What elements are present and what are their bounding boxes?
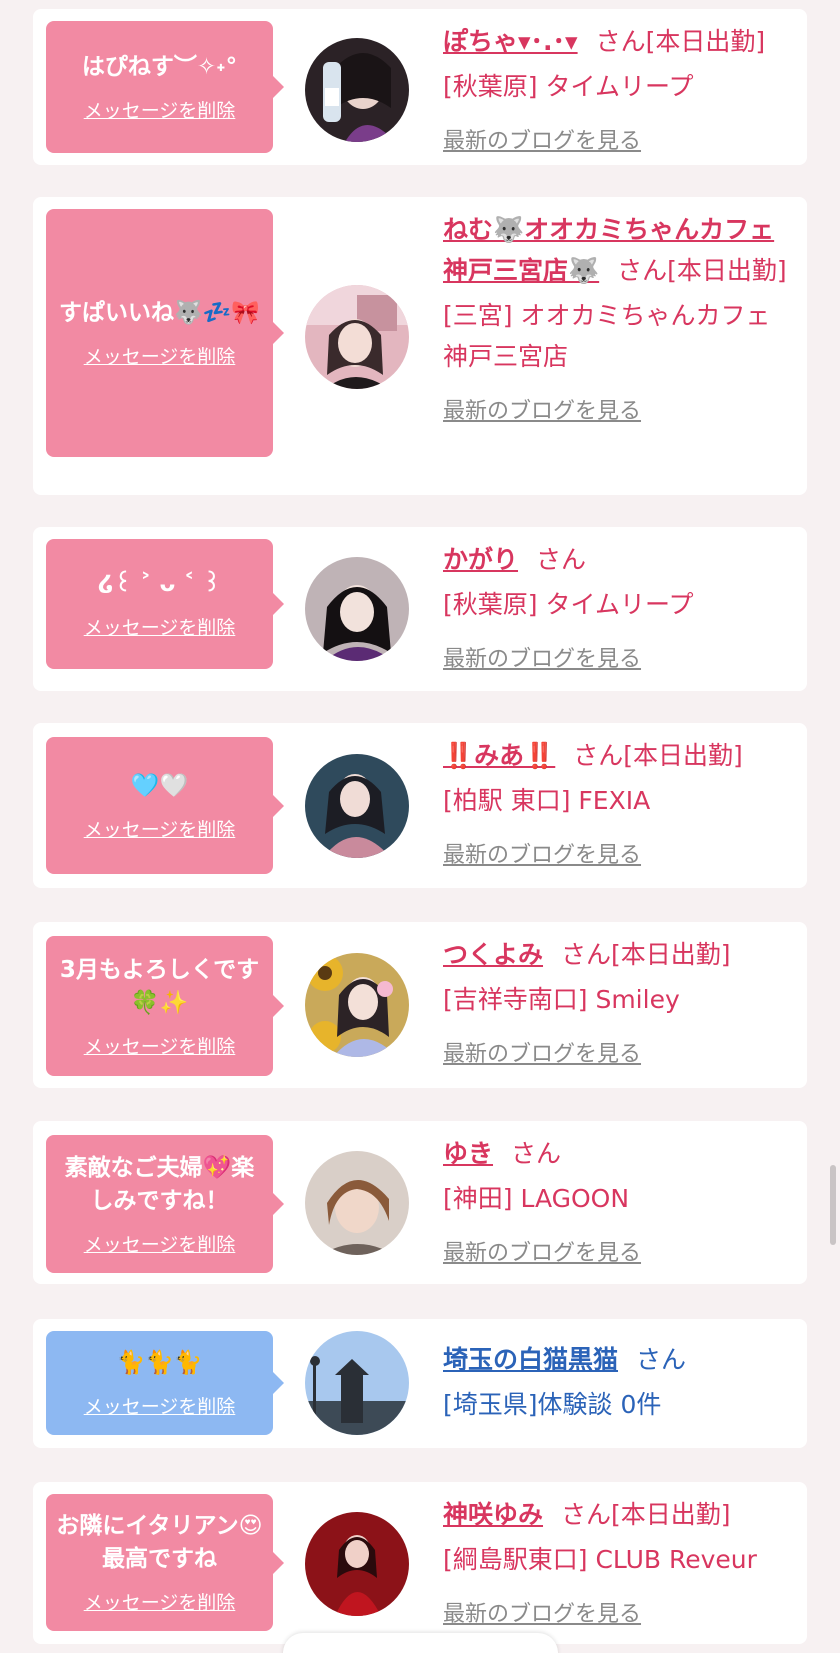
honorific: さん [617,256,668,285]
girl-name-link[interactable]: ゆき [443,1139,493,1168]
latest-blog-link[interactable]: 最新のブログを見る [443,393,641,425]
status-badge: [本日出勤] [611,1500,731,1529]
shop-location: [三宮] オオカミちゃんカフェ神戸三宮店 [443,301,771,371]
delete-message-link[interactable]: メッセージを削除 [84,815,236,842]
list-item: ໒꒰ ˃ ᴗ ˂ ꒱ メッセージを削除 かがり さん [秋葉原] タイムリープ 最… [33,527,807,691]
message-text: 🩵🤍 [130,772,189,799]
latest-blog-link[interactable]: 最新のブログを見る [443,1036,641,1068]
message-text: はぴねす︶✧˖° [81,54,238,80]
girl-info: ゆき さん [神田] LAGOON 最新のブログを見る [443,1133,793,1267]
latest-blog-link[interactable]: 最新のブログを見る [443,837,641,869]
list-item: 🩵🤍 メッセージを削除 ‼️みあ‼️ さん[本日出勤] [柏駅 東口] FEXIA… [33,723,807,888]
girl-info: ぽちゃ▾･.･▾ さん[本日出勤] [秋葉原] タイムリープ 最新のブログを見る [443,21,793,155]
latest-blog-link[interactable]: 最新のブログを見る [443,1596,641,1628]
honorific: さん [511,1139,562,1168]
avatar[interactable] [305,754,409,858]
list-item: はぴねす︶✧˖° メッセージを削除 ぽちゃ▾･.･▾ さん[本日出勤] [秋葉原]… [33,9,807,165]
scrollbar[interactable] [830,1165,836,1245]
message-text: ໒꒰ ˃ ᴗ ˂ ꒱ [98,571,221,597]
shop-location: [柏駅 東口] FEXIA [443,786,651,815]
avatar[interactable] [305,1512,409,1616]
status-badge: [本日出勤] [667,256,787,285]
message-bubble: 🩵🤍 メッセージを削除 [46,737,284,874]
message-bubble: 素敵なご夫婦💖楽しみですね！ メッセージを削除 [46,1135,284,1273]
avatar[interactable] [305,38,409,142]
status-badge: [本日出勤] [611,940,731,969]
list-item: 🐈🐈🐈 メッセージを削除 埼玉の白猫黒猫 さん [埼玉県]体験談 0件 [33,1319,807,1448]
girl-info: かがり さん [秋葉原] タイムリープ 最新のブログを見る [443,539,793,673]
list-item: お隣にイタリアン😍最高ですね メッセージを削除 神咲ゆみ さん[本日出勤] [綱島… [33,1482,807,1644]
user-name-link[interactable]: 埼玉の白猫黒猫 [443,1345,618,1374]
status-badge: [本日出勤] [623,741,743,770]
girl-info: 神咲ゆみ さん[本日出勤] [綱島駅東口] CLUB Reveur 最新のブログを… [443,1494,793,1628]
message-text: 🐈🐈🐈 [116,1350,203,1376]
girl-name-link[interactable]: 神咲ゆみ [443,1500,543,1529]
girl-info: つくよみ さん[本日出勤] [吉祥寺南口] Smiley 最新のブログを見る [443,934,793,1068]
girl-info: ねむ🐺オオカミちゃんカフェ神戸三宮店🐺 さん[本日出勤] [三宮] オオカミちゃん… [443,209,793,425]
girl-info: ‼️みあ‼️ さん[本日出勤] [柏駅 東口] FEXIA 最新のブログを見る [443,735,793,869]
message-bubble: はぴねす︶✧˖° メッセージを削除 [46,21,284,153]
latest-blog-link[interactable]: 最新のブログを見る [443,1235,641,1267]
shop-location: [神田] LAGOON [443,1184,630,1213]
avatar[interactable] [305,557,409,661]
delete-message-link[interactable]: メッセージを削除 [84,1032,236,1059]
delete-message-link[interactable]: メッセージを削除 [84,1230,236,1257]
girl-name-link[interactable]: かがり [443,545,518,574]
list-item: 素敵なご夫婦💖楽しみですね！ メッセージを削除 ゆき さん [神田] LAGOON… [33,1121,807,1284]
honorific: さん [561,940,612,969]
message-bubble: ໒꒰ ˃ ᴗ ˂ ꒱ メッセージを削除 [46,539,284,669]
avatar[interactable] [305,1151,409,1255]
honorific: さん [573,741,624,770]
message-text: 3月もよろしくです🍀✨ [59,956,260,1016]
list-item: 3月もよろしくです🍀✨ メッセージを削除 つくよみ さん[本日出勤] [吉祥寺南口… [33,922,807,1088]
girl-name-link[interactable]: つくよみ [443,940,543,969]
delete-message-link[interactable]: メッセージを削除 [84,613,236,640]
message-bubble: お隣にイタリアン😍最高ですね メッセージを削除 [46,1494,284,1631]
delete-message-link[interactable]: メッセージを削除 [84,342,236,369]
avatar[interactable] [305,953,409,1057]
message-bubble: 3月もよろしくです🍀✨ メッセージを削除 [46,936,284,1076]
message-text: すぱいいね🐺💤🎀 [59,300,260,326]
delete-message-link[interactable]: メッセージを削除 [84,96,236,123]
shop-location: [綱島駅東口] CLUB Reveur [443,1545,757,1574]
message-bubble: すぱいいね🐺💤🎀 メッセージを削除 [46,209,284,457]
delete-message-link[interactable]: メッセージを削除 [84,1392,236,1419]
shop-location: [秋葉原] タイムリープ [443,72,694,101]
girl-name-link[interactable]: ‼️みあ‼️ [443,741,555,770]
honorific: さん [561,1500,612,1529]
message-text: 素敵なご夫婦💖楽しみですね！ [64,1154,255,1214]
shop-location: [秋葉原] タイムリープ [443,590,694,619]
status-badge: [本日出勤] [645,27,766,56]
girl-name-link[interactable]: ぽちゃ▾･.･▾ [443,27,578,56]
bottom-nav-pill[interactable] [283,1633,558,1653]
message-bubble: 🐈🐈🐈 メッセージを削除 [46,1331,284,1435]
list-item: すぱいいね🐺💤🎀 メッセージを削除 ねむ🐺オオカミちゃんカフェ神戸三宮店🐺 さん[… [33,197,807,495]
girl-info: 埼玉の白猫黒猫 さん [埼玉県]体験談 0件 [443,1339,793,1425]
shop-location: [吉祥寺南口] Smiley [443,985,680,1014]
avatar[interactable] [305,1331,409,1435]
message-text: お隣にイタリアン😍最高ですね [56,1513,263,1572]
honorific: さん [536,545,587,574]
latest-blog-link[interactable]: 最新のブログを見る [443,641,641,673]
avatar[interactable] [305,285,409,389]
latest-blog-link[interactable]: 最新のブログを見る [443,123,641,155]
honorific: さん [595,27,646,56]
delete-message-link[interactable]: メッセージを削除 [84,1588,236,1615]
honorific: さん [636,1345,687,1374]
review-count: [埼玉県]体験談 0件 [443,1390,662,1419]
